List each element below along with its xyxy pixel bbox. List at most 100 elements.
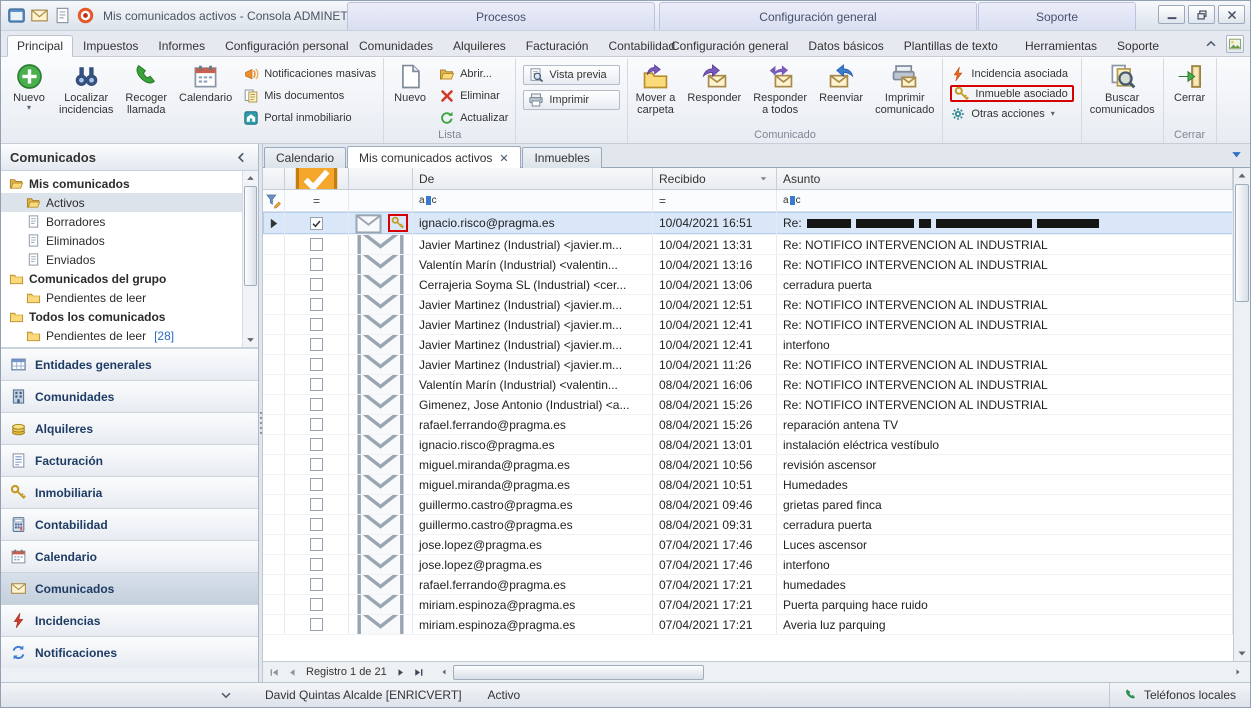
title-bar[interactable]: Mis comunicados activos - Consola ADMINE…	[1, 1, 1250, 31]
ribbon-button-calendario[interactable]: Calendario	[174, 59, 237, 129]
table-row[interactable]: miriam.espinoza@pragma.es07/04/2021 17:2…	[263, 595, 1233, 615]
sidebar-collapse-button[interactable]	[234, 150, 249, 165]
ribbon-tab-comunidades[interactable]: Comunidades	[349, 35, 443, 57]
ribbon-tab-alquileres[interactable]: Alquileres	[443, 35, 516, 57]
app-button[interactable]	[7, 6, 26, 25]
ribbon-button-responder-a-todos[interactable]: Responder a todos	[748, 59, 812, 129]
table-row[interactable]: Javier Martinez (Industrial) <javier.m..…	[263, 335, 1233, 355]
scroll-down-icon[interactable]	[243, 332, 258, 347]
ribbon-button-nuevo[interactable]: Nuevo	[387, 59, 433, 129]
row-checkbox[interactable]	[310, 398, 323, 411]
table-row[interactable]: rafael.ferrando@pragma.es08/04/2021 15:2…	[263, 415, 1233, 435]
column-header-icons[interactable]	[349, 168, 413, 189]
scroll-track[interactable]	[1234, 302, 1250, 645]
ribbon-button-actualizar[interactable]: Actualizar	[439, 109, 508, 126]
filter-cell-asunto[interactable]: ac	[777, 190, 1233, 211]
table-row[interactable]: guillermo.castro@pragma.es08/04/2021 09:…	[263, 495, 1233, 515]
table-row[interactable]: miriam.espinoza@pragma.es07/04/2021 17:2…	[263, 615, 1233, 635]
row-select-cell[interactable]	[285, 575, 349, 594]
column-header-de[interactable]: De	[413, 168, 653, 189]
row-select-cell[interactable]	[285, 555, 349, 574]
ribbon-tab-datos-basicos[interactable]: Datos básicos	[798, 35, 893, 57]
table-row[interactable]: ignacio.risco@pragma.es08/04/2021 13:01i…	[263, 435, 1233, 455]
row-select-cell[interactable]	[285, 475, 349, 494]
skin-gallery-button[interactable]	[1226, 35, 1244, 53]
filter-edit-cell[interactable]	[263, 190, 285, 211]
row-checkbox[interactable]	[310, 618, 323, 631]
sidebar-item-facturacion[interactable]: Facturación	[1, 444, 258, 476]
table-row[interactable]: Valentín Marín (Industrial) <valentin...…	[263, 255, 1233, 275]
row-checkbox[interactable]	[310, 598, 323, 611]
column-header-asunto[interactable]: Asunto	[777, 168, 1233, 189]
table-row[interactable]: guillermo.castro@pragma.es08/04/2021 09:…	[263, 515, 1233, 535]
row-select-cell[interactable]	[285, 415, 349, 434]
table-row[interactable]: ignacio.risco@pragma.es10/04/2021 16:51R…	[263, 212, 1233, 235]
ribbon-button-localizar-incidencias[interactable]: Localizar incidencias	[54, 59, 118, 129]
ribbon-tab-informes[interactable]: Informes	[148, 35, 215, 57]
row-checkbox[interactable]	[310, 498, 323, 511]
ribbon-tab-principal[interactable]: Principal	[7, 35, 73, 57]
ribbon-tab-plantillas-de-texto[interactable]: Plantillas de texto	[894, 35, 1008, 57]
row-select-cell[interactable]	[285, 375, 349, 394]
filter-cell-checkbox[interactable]: =	[285, 190, 349, 211]
row-select-cell[interactable]	[285, 495, 349, 514]
table-row[interactable]: miguel.miranda@pragma.es08/04/2021 10:51…	[263, 475, 1233, 495]
tree-item-todos-los-comunicados[interactable]: Todos los comunicados	[1, 307, 258, 326]
row-select-cell[interactable]	[285, 315, 349, 334]
row-checkbox[interactable]	[310, 558, 323, 571]
column-header-recibido[interactable]: Recibido	[653, 168, 777, 189]
row-checkbox[interactable]	[310, 318, 323, 331]
sidebar-item-comunicados[interactable]: Comunicados	[1, 572, 258, 604]
contextual-tab-group-soporte[interactable]: Soporte	[978, 2, 1136, 30]
restore-button[interactable]	[1188, 5, 1215, 24]
tree-item-borradores[interactable]: Borradores	[1, 212, 258, 231]
ribbon-button-mis-documentos[interactable]: Mis documentos	[243, 87, 376, 104]
scroll-thumb[interactable]	[453, 665, 704, 680]
row-checkbox[interactable]	[310, 478, 323, 491]
minimize-button[interactable]	[1158, 5, 1185, 24]
tab-close-icon[interactable]	[499, 153, 509, 163]
sidebar-splitter[interactable]	[259, 144, 263, 682]
first-record-button[interactable]	[265, 664, 283, 681]
ribbon-button-reenviar[interactable]: Reenviar	[814, 59, 868, 129]
sidebar-item-entidades-generales[interactable]: Entidades generales	[1, 348, 258, 380]
scroll-thumb[interactable]	[1235, 184, 1249, 302]
tree-item-activos[interactable]: Activos	[1, 193, 258, 212]
ribbon-button-mover-a-carpeta[interactable]: Mover a carpeta	[631, 59, 681, 129]
ribbon-tab-herramientas[interactable]: Herramientas	[1015, 35, 1107, 57]
tree-item-enviados[interactable]: Enviados	[1, 250, 258, 269]
ribbon-button-responder[interactable]: Responder	[682, 59, 746, 129]
tree-item-comunicados-del-grupo[interactable]: Comunicados del grupo	[1, 269, 258, 288]
ribbon-tab-soporte[interactable]: Soporte	[1107, 35, 1169, 57]
last-record-button[interactable]	[410, 664, 428, 681]
note-button[interactable]	[53, 6, 72, 25]
sidebar-item-inmobiliaria[interactable]: Inmobiliaria	[1, 476, 258, 508]
scroll-right-button[interactable]	[1229, 664, 1246, 680]
row-select-cell[interactable]	[285, 335, 349, 354]
tree-scrollbar[interactable]	[242, 171, 258, 347]
ribbon-button-buscar-comunicados[interactable]: Buscar comunicados	[1085, 59, 1160, 129]
table-row[interactable]: Javier Martinez (Industrial) <javier.m..…	[263, 355, 1233, 375]
scroll-up-icon[interactable]	[1234, 168, 1250, 184]
ribbon-button-portal-inmobiliario[interactable]: Portal inmobiliario	[243, 109, 376, 126]
ribbon-tab-impuestos[interactable]: Impuestos	[73, 35, 148, 57]
tree-item-mis-comunicados[interactable]: Mis comunicados	[1, 174, 258, 193]
ribbon-button-abrir[interactable]: Abrir...	[439, 65, 508, 82]
table-row[interactable]: jose.lopez@pragma.es07/04/2021 17:46Luce…	[263, 535, 1233, 555]
ribbon-button-notificaciones-masivas[interactable]: Notificaciones masivas	[243, 65, 376, 82]
row-checkbox[interactable]	[310, 217, 323, 230]
row-checkbox[interactable]	[310, 278, 323, 291]
table-row[interactable]: miguel.miranda@pragma.es08/04/2021 10:56…	[263, 455, 1233, 475]
row-select-cell[interactable]	[285, 535, 349, 554]
column-header-checkbox[interactable]	[285, 168, 349, 189]
ribbon-button-imprimir[interactable]: Imprimir	[523, 90, 619, 110]
table-row[interactable]: Javier Martinez (Industrial) <javier.m..…	[263, 295, 1233, 315]
ribbon-button-inmueble-asociado[interactable]: Inmueble asociado	[950, 85, 1073, 102]
scroll-track[interactable]	[243, 286, 258, 332]
ribbon-button-incidencia-asociada[interactable]: Incidencia asociada	[950, 65, 1073, 82]
row-checkbox[interactable]	[310, 298, 323, 311]
table-row[interactable]: Javier Martinez (Industrial) <javier.m..…	[263, 235, 1233, 255]
row-select-cell[interactable]	[285, 275, 349, 294]
previous-record-button[interactable]	[283, 664, 301, 681]
ribbon-tab-facturacion[interactable]: Facturación	[516, 35, 599, 57]
